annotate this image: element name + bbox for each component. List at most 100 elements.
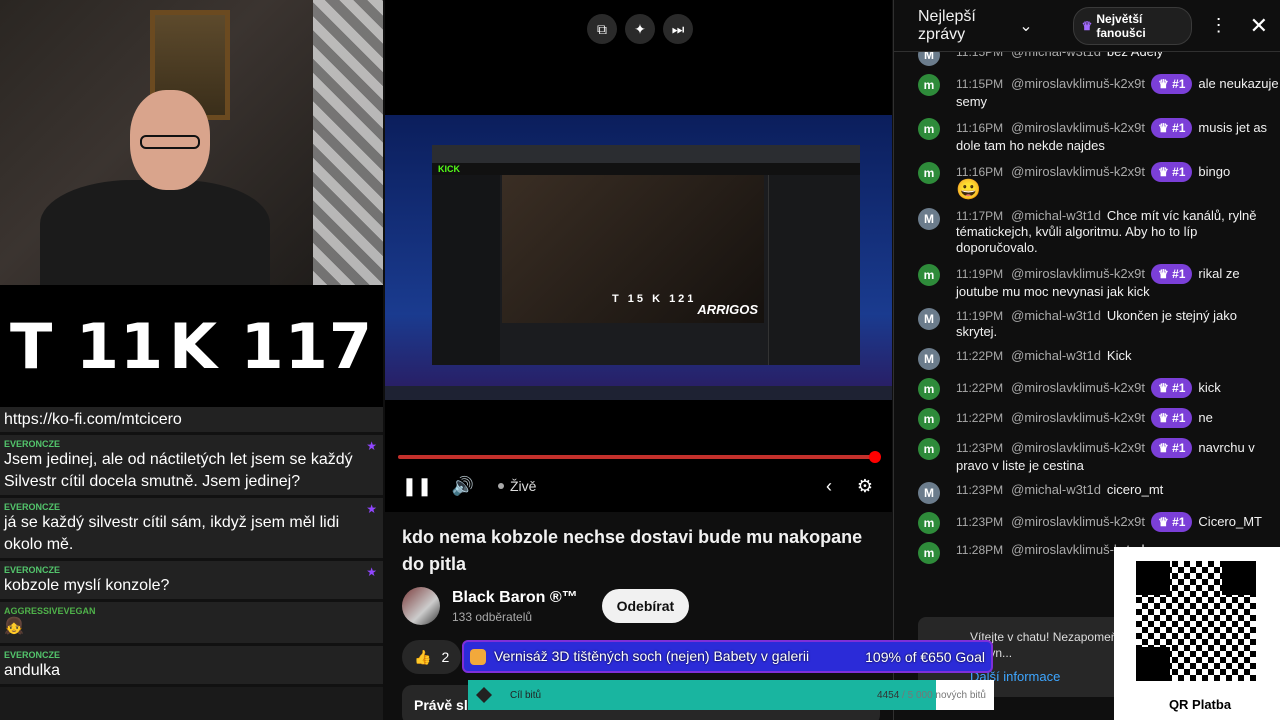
chat-text: andulka <box>4 662 61 679</box>
player-controls: ❚❚ 🔊 Živě ‹ ⚙ <box>385 470 892 502</box>
channel-avatar[interactable] <box>402 587 440 625</box>
qr-label: QR Platba <box>1168 697 1232 712</box>
crown-icon: ♛ <box>1157 121 1173 135</box>
message-text: cicero_mt <box>1106 482 1164 497</box>
message-author[interactable]: @miroslavklimuš-k2x9t <box>1011 266 1145 281</box>
counter-t: T 11 <box>10 309 165 383</box>
miniplayer-icon[interactable]: ⧉ <box>587 14 617 44</box>
qr-payment: QR Platba <box>1114 547 1280 720</box>
chat-emote-icon: 👧 <box>4 618 24 635</box>
chat-mode-label: Nejlepší zprávy <box>918 7 976 43</box>
top-fan-badge: ♛ #1 <box>1150 74 1193 94</box>
avatar[interactable]: M <box>918 208 940 230</box>
crown-icon: ♛ <box>1157 381 1173 395</box>
badge-rank: #1 <box>1172 441 1186 455</box>
avatar[interactable]: m <box>918 408 940 430</box>
counter-k: K 117 <box>168 309 373 383</box>
chat-text: kobzole myslí konzole? <box>4 577 170 594</box>
gear-icon[interactable]: ⚙ <box>850 471 880 501</box>
live-indicator[interactable]: Živě <box>498 478 536 494</box>
kofi-link[interactable]: https://ko-fi.com/mtcicero <box>0 407 383 435</box>
badge-rank: #1 <box>1172 381 1186 395</box>
chat-message: M 11:22PM @michal-w3t1d Kick <box>894 344 1280 374</box>
message-author[interactable]: @michal-w3t1d <box>1011 208 1101 223</box>
top-fans-label: Největší fanoušci <box>1096 11 1146 40</box>
chat-username: EVERONCZE <box>4 502 61 512</box>
overlay-chat-message: AGGRESSIVEVEGAN 👧 <box>0 602 383 646</box>
close-icon[interactable]: ✕ <box>1250 13 1268 39</box>
avatar[interactable]: m <box>918 438 940 460</box>
like-button[interactable]: 👍 2 <box>402 640 462 674</box>
channel-row: Black Baron ®™ 133 odběratelů Odebírat <box>402 587 690 625</box>
video-player[interactable]: ⧉ ✦ ⏭ KICK T 15 K 121 ARRIGOS ❚❚ 🔊 Živě … <box>385 0 892 512</box>
channel-name[interactable]: Black Baron ®™ <box>452 589 578 607</box>
chat-mode-dropdown[interactable]: Nejlepší zprávy ⌄ <box>918 8 1033 44</box>
message-time: 11:22PM <box>956 381 1004 395</box>
overlay-chat-message: EVERONCZE Jsem jedinej, ale od náctiletý… <box>0 435 383 498</box>
message-body: 11:16PM @miroslavklimuš-k2x9t ♛ #1 bingo 😀 <box>956 162 1280 200</box>
top-fan-badge: ♛ #1 <box>1150 264 1193 284</box>
like-count: 2 <box>441 649 450 665</box>
chat-message: m 11:22PM @miroslavklimuš-k2x9t ♛ #1 ne <box>894 404 1280 434</box>
video-title: kdo nema kobzole nechse dostavi bude mu … <box>402 527 863 574</box>
description-text: Právě sle <box>414 697 476 713</box>
message-author[interactable]: @michal-w3t1d <box>1011 482 1101 497</box>
message-author[interactable]: @miroslavklimuš-k2x9t <box>1011 440 1145 455</box>
message-author[interactable]: @miroslavklimuš-k <box>1011 542 1120 557</box>
player-top-buttons: ⧉ ✦ ⏭ <box>587 14 693 44</box>
avatar[interactable]: m <box>918 162 940 184</box>
message-author[interactable]: @michal-w3t1d <box>1011 348 1101 363</box>
bits-total: / 5 000 nových bitů <box>902 689 986 701</box>
star-icon: ★ <box>366 565 377 579</box>
chevron-left-icon[interactable]: ‹ <box>814 471 844 501</box>
top-fan-badge: ♛ #1 <box>1150 438 1193 458</box>
badge-rank: #1 <box>1172 77 1186 91</box>
message-time: 11:19PM <box>956 309 1004 323</box>
avatar[interactable]: m <box>918 118 940 140</box>
emoji-icon: 😀 <box>956 179 981 201</box>
message-author[interactable]: @miroslavklimuš-k2x9t <box>1011 514 1145 529</box>
avatar[interactable]: m <box>918 74 940 96</box>
avatar[interactable]: m <box>918 378 940 400</box>
message-body: 11:16PM @miroslavklimuš-k2x9t ♛ #1 musis je… <box>956 118 1280 154</box>
shared-desktop: KICK T 15 K 121 ARRIGOS <box>385 115 892 400</box>
pause-icon[interactable]: ❚❚ <box>402 471 432 501</box>
avatar[interactable]: M <box>918 308 940 330</box>
avatar[interactable]: M <box>918 482 940 504</box>
sparkle-icon[interactable]: ✦ <box>625 14 655 44</box>
subscribe-button[interactable]: Odebírat <box>601 589 690 623</box>
chat-message: m 11:23PM @miroslavklimuš-k2x9t ♛ #1 navrchu… <box>894 434 1280 478</box>
live-dot <box>498 483 504 489</box>
crown-icon: ♛ <box>1157 165 1173 179</box>
message-author[interactable]: @miroslavklimuš-k2x9t <box>1011 76 1145 91</box>
crown-icon: ♛ <box>1157 441 1173 455</box>
avatar[interactable]: m <box>918 264 940 286</box>
chat-message: m 11:23PM @miroslavklimuš-k2x9t ♛ #1 Cicero_… <box>894 508 1280 538</box>
chat-message: M 11:19PM @michal-w3t1d Ukončen je stejný j… <box>894 304 1280 344</box>
inner-counter: T 15 K 121 <box>612 293 697 305</box>
overlay-chat-message: EVERONCZE kobzole myslí konzole? ★ <box>0 561 383 602</box>
message-author[interactable]: @miroslavklimuš-k2x9t <box>1011 380 1145 395</box>
progress-bar[interactable] <box>398 451 881 463</box>
message-author[interactable]: @michal-w3t1d <box>1011 308 1101 323</box>
volume-icon[interactable]: 🔊 <box>448 471 478 501</box>
message-time: 11:16PM <box>956 121 1004 135</box>
more-options-icon[interactable]: ⋮ <box>1210 15 1228 36</box>
message-author[interactable]: @miroslavklimuš-k2x9t <box>1011 120 1145 135</box>
top-fans-button[interactable]: ♛ Největší fanoušci <box>1072 6 1192 45</box>
bits-goal-value: 4454 / 5 000 nových bitů <box>877 690 986 701</box>
avatar[interactable]: m <box>918 512 940 534</box>
message-time: 11:15PM <box>956 77 1004 91</box>
message-text: Cicero_MT <box>1198 514 1262 529</box>
chat-username: EVERONCZE <box>4 439 61 449</box>
message-time: 11:23PM <box>956 515 1004 529</box>
crown-icon: ♛ <box>1157 267 1173 281</box>
message-author[interactable]: @miroslavklimuš-k2x9t <box>1011 410 1145 425</box>
chat-text: já se každý silvestr cítil sám, ikdyž js… <box>4 514 340 553</box>
skip-icon[interactable]: ⏭ <box>663 14 693 44</box>
kick-sidebar <box>432 175 500 365</box>
scrubber-handle[interactable] <box>869 451 881 463</box>
avatar[interactable]: M <box>918 348 940 370</box>
avatar[interactable]: m <box>918 542 940 564</box>
message-author[interactable]: @miroslavklimuš-k2x9t <box>1011 164 1145 179</box>
